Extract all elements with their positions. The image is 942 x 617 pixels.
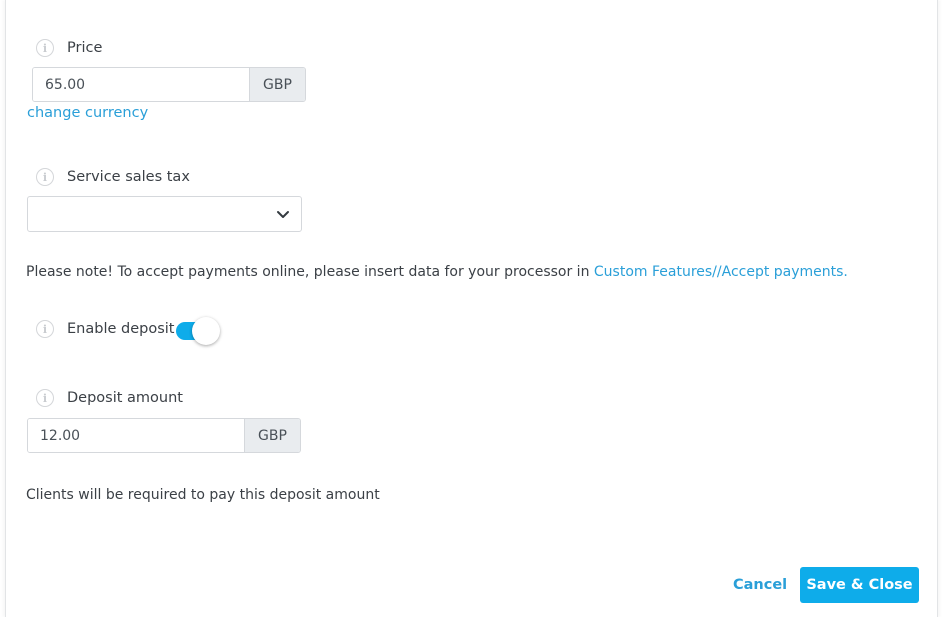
info-icon[interactable]: i (36, 389, 54, 407)
price-input-group: GBP (32, 67, 306, 102)
price-label: Price (67, 40, 103, 56)
save-and-close-button[interactable]: Save & Close (800, 567, 919, 603)
toggle-knob (192, 317, 220, 345)
enable-deposit-label-row: i Enable deposit (36, 318, 174, 340)
price-currency-addon: GBP (249, 68, 305, 101)
cancel-button[interactable]: Cancel (725, 567, 795, 603)
deposit-amount-label: Deposit amount (67, 390, 183, 406)
change-currency-link[interactable]: change currency (27, 105, 148, 121)
price-input[interactable] (33, 68, 249, 101)
service-price-panel: i Price GBP change currency i Service sa… (5, 0, 938, 617)
deposit-amount-label-row: i Deposit amount (36, 387, 183, 409)
sales-tax-select[interactable] (27, 196, 302, 232)
deposit-amount-input-group: GBP (27, 418, 301, 453)
accept-payments-link[interactable]: Custom Features//Accept payments. (594, 264, 848, 280)
payments-note-text: Please note! To accept payments online, … (26, 264, 594, 280)
sales-tax-label: Service sales tax (67, 169, 190, 185)
info-icon[interactable]: i (36, 320, 54, 338)
deposit-currency-addon: GBP (244, 419, 300, 452)
price-label-row: i Price (36, 37, 102, 59)
enable-deposit-toggle[interactable] (176, 316, 222, 346)
chevron-down-icon (277, 211, 289, 218)
sales-tax-label-row: i Service sales tax (36, 166, 190, 188)
deposit-amount-input[interactable] (28, 419, 244, 452)
info-icon[interactable]: i (36, 39, 54, 57)
enable-deposit-label: Enable deposit (67, 321, 175, 337)
info-icon[interactable]: i (36, 168, 54, 186)
payments-note: Please note! To accept payments online, … (26, 264, 848, 280)
deposit-help-text: Clients will be required to pay this dep… (26, 487, 380, 503)
